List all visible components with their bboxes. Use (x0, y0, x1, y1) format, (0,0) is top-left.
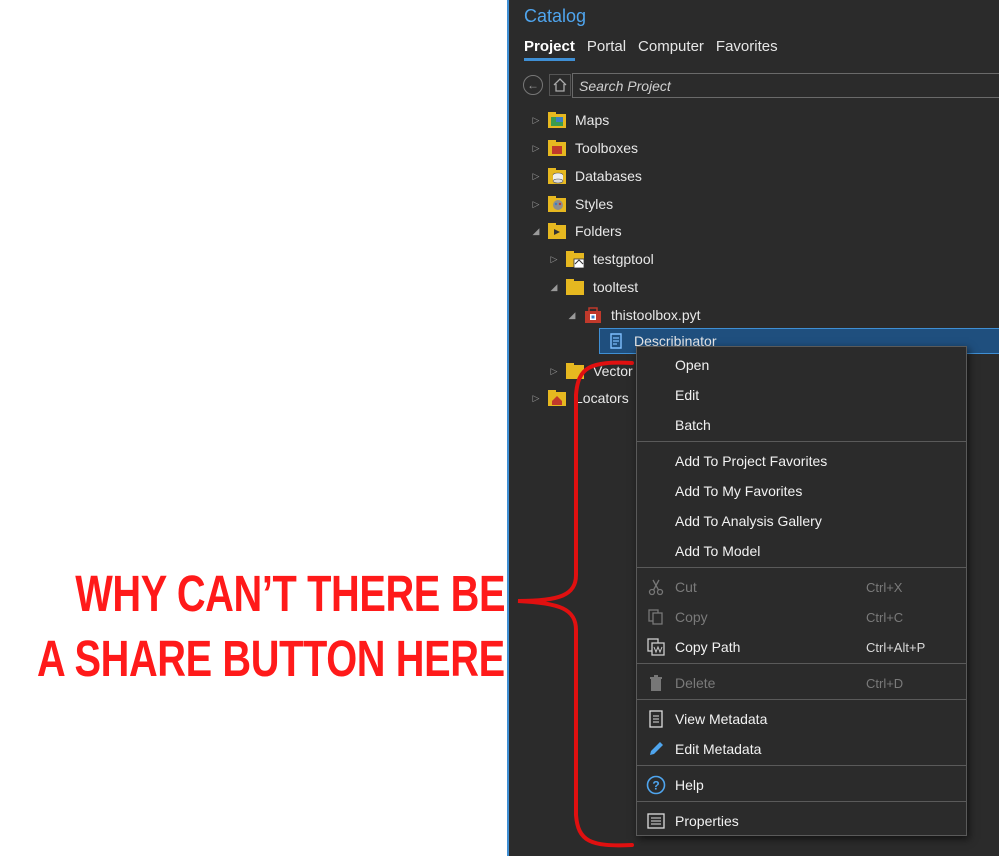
tab-project[interactable]: Project (524, 38, 575, 61)
tree-item-label: tooltest (593, 279, 639, 295)
collapse-arrow-icon[interactable]: ◢ (565, 310, 579, 321)
tree-item-thistoolbox[interactable]: ◢ thistoolbox.pyt (565, 302, 701, 328)
folders-folder-icon (548, 223, 566, 239)
menu-item-add-to-model[interactable]: Add To Model (637, 536, 966, 566)
menu-label: Add To Analysis Gallery (675, 513, 822, 529)
menu-label: Properties (675, 813, 739, 829)
arrow-left-icon: ← (527, 78, 539, 92)
annotation-line-1: WHY CAN’T THERE BE (75, 565, 505, 622)
menu-item-view-metadata[interactable]: View Metadata (637, 704, 966, 734)
metadata-document-icon (646, 709, 666, 729)
tree-item-toolboxes[interactable]: ▷ Toolboxes (529, 135, 638, 161)
catalog-tabs: Project Portal Computer Favorites (524, 38, 790, 61)
menu-item-add-to-my-favorites[interactable]: Add To My Favorites (637, 476, 966, 506)
menu-separator (637, 567, 966, 568)
expand-arrow-icon[interactable]: ▷ (547, 254, 561, 265)
tree-item-tooltest[interactable]: ◢ tooltest (547, 274, 638, 300)
tree-item-folders[interactable]: ◢ Folders (529, 218, 622, 244)
menu-item-properties[interactable]: Properties (637, 806, 966, 836)
tree-item-testgptool[interactable]: ▷ testgptool (547, 246, 654, 272)
copy-path-icon (646, 637, 666, 657)
properties-icon (646, 811, 666, 831)
expand-arrow-icon[interactable]: ▷ (529, 171, 543, 182)
menu-separator (637, 765, 966, 766)
menu-item-copy-path[interactable]: Copy Path Ctrl+Alt+P (637, 632, 966, 662)
menu-item-help[interactable]: ? Help (637, 770, 966, 800)
menu-item-open[interactable]: Open (637, 350, 966, 380)
menu-item-edit-metadata[interactable]: Edit Metadata (637, 734, 966, 764)
menu-separator (637, 441, 966, 442)
tree-item-label: Databases (575, 168, 642, 184)
menu-item-batch[interactable]: Batch (637, 410, 966, 440)
tree-item-label: Styles (575, 196, 614, 212)
menu-label: Copy Path (675, 639, 741, 655)
menu-label: Cut (675, 579, 697, 595)
folder-icon (566, 279, 584, 295)
menu-separator (637, 699, 966, 700)
expand-arrow-icon[interactable]: ▷ (529, 199, 543, 210)
menu-shortcut: Ctrl+D (866, 675, 904, 691)
trash-icon (646, 673, 666, 693)
maps-folder-icon (548, 112, 566, 128)
tree-item-label: Maps (575, 112, 610, 128)
menu-label: Add To My Favorites (675, 483, 803, 499)
pencil-icon (646, 739, 666, 759)
menu-item-add-to-analysis-gallery[interactable]: Add To Analysis Gallery (637, 506, 966, 536)
python-toolbox-icon (585, 307, 601, 323)
home-icon (553, 78, 567, 92)
context-menu: Open Edit Batch Add To Project Favorites… (636, 346, 967, 836)
collapse-arrow-icon[interactable]: ◢ (547, 282, 561, 293)
menu-item-add-to-project-favorites[interactable]: Add To Project Favorites (637, 446, 966, 476)
toolboxes-folder-icon (548, 140, 566, 156)
tree-item-label: Folders (575, 223, 622, 239)
pane-title: Catalog (524, 6, 587, 26)
tree-item-label: Toolboxes (575, 140, 639, 156)
expand-arrow-icon[interactable]: ▷ (529, 143, 543, 154)
menu-item-edit[interactable]: Edit (637, 380, 966, 410)
menu-label: Batch (675, 417, 711, 433)
scissors-icon (646, 577, 666, 597)
home-folder-icon (566, 251, 585, 268)
annotation-brace (517, 360, 634, 848)
menu-label: Edit (675, 387, 700, 403)
menu-label: Delete (675, 675, 716, 691)
menu-separator (637, 663, 966, 664)
tree-item-label: thistoolbox.pyt (611, 307, 701, 323)
databases-folder-icon (548, 168, 566, 184)
tab-computer[interactable]: Computer (638, 38, 704, 61)
copy-icon (646, 607, 666, 627)
styles-folder-icon (548, 196, 566, 212)
expand-arrow-icon[interactable]: ▷ (529, 115, 543, 126)
menu-separator (637, 801, 966, 802)
menu-item-cut[interactable]: Cut Ctrl+X (637, 572, 966, 602)
annotation-line-2: A SHARE BUTTON HERE (37, 630, 505, 687)
menu-label: Open (675, 357, 710, 373)
back-button[interactable]: ← (523, 75, 543, 95)
tree-item-label: testgptool (593, 251, 654, 267)
help-icon: ? (646, 775, 666, 795)
menu-label: Add To Model (675, 543, 761, 559)
menu-label: Copy (675, 609, 708, 625)
tree-item-maps[interactable]: ▷ Maps (529, 107, 609, 133)
menu-item-delete[interactable]: Delete Ctrl+D (637, 668, 966, 698)
menu-item-copy[interactable]: Copy Ctrl+C (637, 602, 966, 632)
menu-shortcut: Ctrl+C (866, 609, 904, 625)
svg-text:?: ? (652, 779, 659, 793)
menu-label: Edit Metadata (675, 741, 762, 757)
collapse-arrow-icon[interactable]: ◢ (529, 226, 543, 237)
tree-item-databases[interactable]: ▷ Databases (529, 163, 642, 189)
tab-favorites[interactable]: Favorites (716, 38, 778, 61)
script-tool-icon (610, 333, 622, 349)
home-button[interactable] (549, 74, 571, 96)
menu-label: View Metadata (675, 711, 768, 727)
tab-portal[interactable]: Portal (587, 38, 626, 61)
menu-shortcut: Ctrl+X (866, 579, 903, 595)
tree-item-styles[interactable]: ▷ Styles (529, 191, 613, 217)
menu-label: Help (675, 777, 704, 793)
search-input[interactable] (572, 73, 999, 98)
menu-label: Add To Project Favorites (675, 453, 828, 469)
menu-shortcut: Ctrl+Alt+P (866, 639, 926, 655)
